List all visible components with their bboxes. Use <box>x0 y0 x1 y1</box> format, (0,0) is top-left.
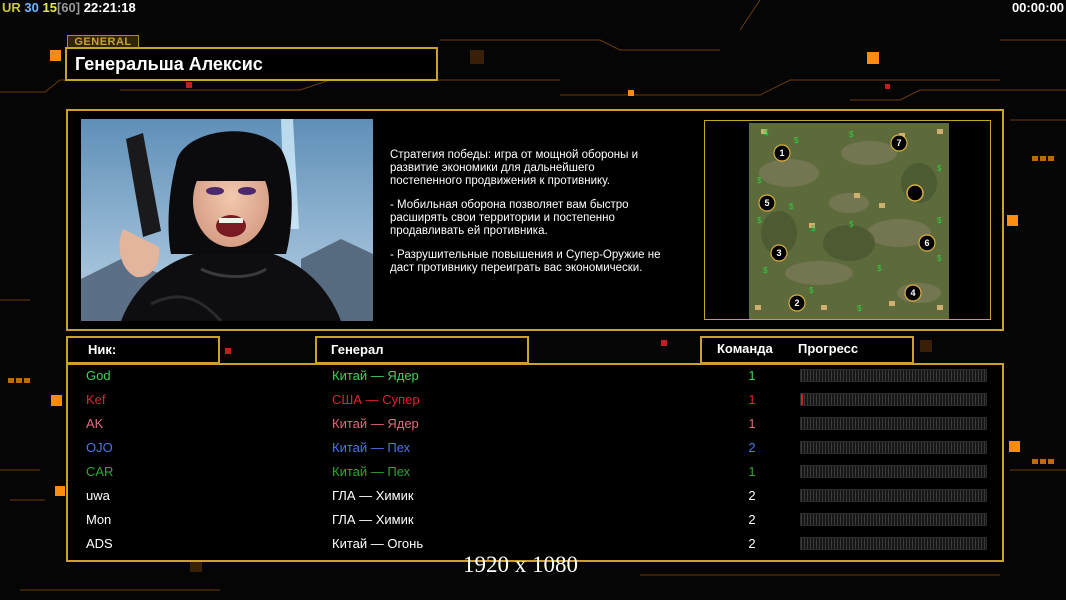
player-nick: uwa <box>86 488 110 503</box>
player-general: Китай — Ядер <box>332 368 419 383</box>
player-team: 2 <box>748 536 756 551</box>
general-name: Генеральша Алексис <box>75 54 263 74</box>
svg-text:$: $ <box>809 286 814 295</box>
svg-text:$: $ <box>811 224 816 233</box>
player-general: США — Супер <box>332 392 420 407</box>
column-header-nick: Ник: <box>66 336 220 364</box>
svg-text:$: $ <box>757 216 762 225</box>
game-timer: 00:00:00 <box>1011 0 1064 15</box>
start-position-3: 3 <box>776 248 781 258</box>
player-team: 2 <box>748 440 756 455</box>
player-progress-bar <box>800 537 987 550</box>
svg-text:$: $ <box>794 136 799 145</box>
general-alexis-portrait <box>81 119 373 321</box>
column-team-label: Команда <box>717 341 773 356</box>
player-progress-bar <box>800 465 987 478</box>
column-header-team-progress: Команда Прогресс <box>700 336 914 364</box>
start-position-5: 5 <box>764 198 769 208</box>
svg-text:$: $ <box>937 254 942 263</box>
player-general: Китай — Пех <box>332 464 411 479</box>
svg-text:$: $ <box>877 264 882 273</box>
resolution-label: 1920 x 1080 <box>463 552 578 577</box>
player-progress-bar <box>800 513 987 526</box>
general-title-box: Генеральша Алексис <box>65 47 438 81</box>
performance-hud: UR 30 15[60] 22:21:18 <box>2 0 136 15</box>
player-progress-bar <box>800 417 987 430</box>
player-team: 2 <box>748 512 756 527</box>
hud-fps-a: 30 <box>24 0 39 15</box>
player-general: ГЛА — Химик <box>332 512 414 527</box>
hud-fps-c: [60] <box>56 0 81 15</box>
player-row: CAR Китай — Пех 1 <box>68 461 1002 485</box>
column-nick-label: Ник: <box>88 342 117 357</box>
column-header-general: Генерал <box>315 336 529 364</box>
player-list: God Китай — Ядер 1 Kef США — Супер 1 AK … <box>66 363 1004 562</box>
hud-fps-b: 15 <box>42 0 57 15</box>
svg-text:$: $ <box>763 266 768 275</box>
player-row: Kef США — Супер 1 <box>68 389 1002 413</box>
player-general: Китай — Пех <box>332 440 411 455</box>
player-general: Китай — Ядер <box>332 416 419 431</box>
start-position-4: 4 <box>910 288 915 298</box>
strategy-paragraph: Стратегия победы: игра от мощной обороны… <box>390 149 639 187</box>
player-progress-bar <box>800 489 987 502</box>
column-general-label: Генерал <box>331 342 384 357</box>
player-nick: Mon <box>86 512 112 527</box>
strategy-paragraph: - Мобильная оборона позволяет вам быстро… <box>390 199 629 237</box>
player-nick: Kef <box>86 392 106 407</box>
player-general: ГЛА — Химик <box>332 488 414 503</box>
player-row: Mon ГЛА — Химик 2 <box>68 509 1002 533</box>
player-row: God Китай — Ядер 1 <box>68 365 1002 389</box>
player-row: AK Китай — Ядер 1 <box>68 413 1002 437</box>
progress-fill <box>801 394 803 405</box>
svg-text:$: $ <box>937 216 942 225</box>
player-team: 2 <box>748 488 756 503</box>
start-position-6: 6 <box>924 238 929 248</box>
svg-text:$: $ <box>789 202 794 211</box>
player-row: uwa ГЛА — Химик 2 <box>68 485 1002 509</box>
hud-clock: 22:21:18 <box>83 0 136 15</box>
player-nick: ADS <box>86 536 113 551</box>
player-team: 1 <box>748 464 756 479</box>
column-progress-label: Прогресс <box>798 341 859 356</box>
svg-text:$: $ <box>764 128 769 137</box>
svg-text:$: $ <box>757 176 762 185</box>
player-progress-bar <box>800 441 987 454</box>
player-nick: God <box>86 368 111 383</box>
hud-ur: UR <box>2 0 21 15</box>
player-progress-bar <box>800 393 987 406</box>
player-nick: OJO <box>86 440 113 455</box>
svg-text:$: $ <box>857 304 862 313</box>
strategy-text: Стратегия победы: игра от мощной обороны… <box>390 149 710 286</box>
svg-text:$: $ <box>849 130 854 139</box>
start-position-2: 2 <box>794 298 799 308</box>
player-progress-bar <box>800 369 987 382</box>
strategy-paragraph: - Разрушительные повышения и Супер-Оружи… <box>390 249 661 274</box>
start-position-1: 1 <box>779 148 784 158</box>
player-row: OJO Китай — Пех 2 <box>68 437 1002 461</box>
svg-text:$: $ <box>937 164 942 173</box>
player-nick: AK <box>86 416 104 431</box>
player-team: 1 <box>748 368 756 383</box>
general-info-panel: Стратегия победы: игра от мощной обороны… <box>66 109 1004 331</box>
player-general: Китай — Огонь <box>332 536 424 551</box>
minimap-preview: $ $ $ $ $ $ $ $ $ $ $ $ $ $ $ 1 7 5 3 6 <box>704 120 991 320</box>
player-nick: CAR <box>86 464 114 479</box>
svg-text:$: $ <box>849 220 854 229</box>
start-position-7: 7 <box>896 138 901 148</box>
player-team: 1 <box>748 416 756 431</box>
player-team: 1 <box>748 392 756 407</box>
